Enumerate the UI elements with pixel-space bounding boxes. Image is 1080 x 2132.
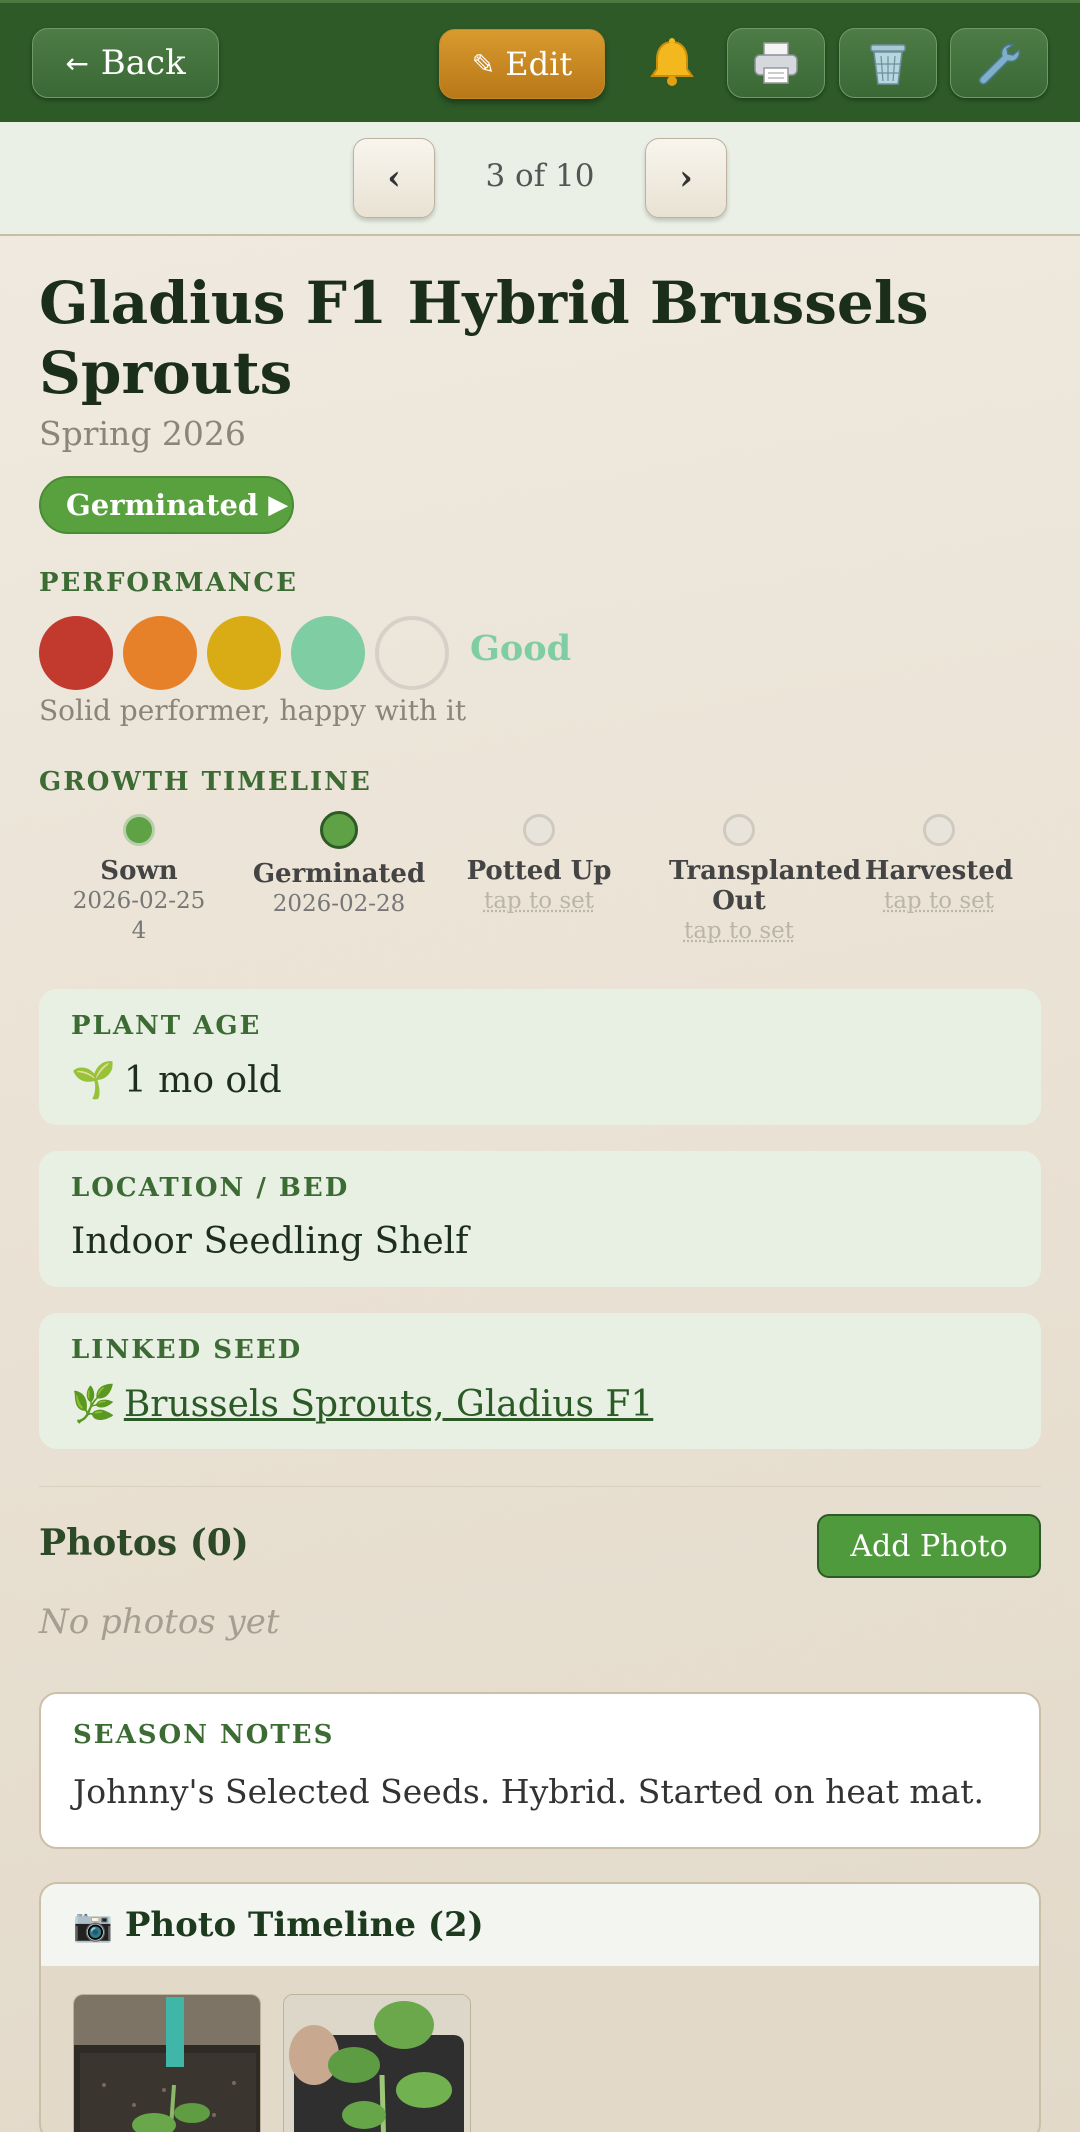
- tap-to-set-link[interactable]: tap to set: [639, 916, 839, 946]
- photo-timeline-panel: 📷 Photo Timeline (2): [39, 1882, 1041, 2132]
- delete-button[interactable]: [839, 28, 937, 98]
- empty-photos-text: No photos yet: [39, 1602, 280, 1642]
- linked-seed-card: LINKED SEED 🌿 Brussels Sprouts, Gladius F…: [39, 1313, 1041, 1449]
- stage-date: 2026-02-28: [239, 889, 439, 919]
- next-button[interactable]: ›: [645, 138, 727, 218]
- stage-harvested[interactable]: Harvested tap to set: [839, 814, 1039, 916]
- edit-label: Edit: [505, 45, 572, 83]
- wrench-icon: [975, 39, 1023, 87]
- stage-transplanted-out[interactable]: Transplanted Out tap to set: [639, 814, 839, 946]
- back-label: Back: [101, 43, 186, 83]
- stage-name: Germinated: [239, 859, 439, 889]
- rating-label: Good: [470, 628, 571, 669]
- stage-name: Transplanted Out: [639, 856, 839, 916]
- season-subtitle: Spring 2026: [39, 414, 246, 453]
- photo-thumbnail[interactable]: [283, 1994, 471, 2132]
- camera-icon: 📷: [73, 1906, 113, 1944]
- printer-icon: [753, 41, 799, 85]
- trash-icon: [867, 40, 909, 86]
- stage-dot: [320, 811, 358, 849]
- plant-age-label: PLANT AGE: [71, 1011, 261, 1041]
- stage-dot: [523, 814, 555, 846]
- plant-age-value: 1 mo old: [124, 1060, 282, 1101]
- tap-to-set-link[interactable]: tap to set: [439, 886, 639, 916]
- status-advance-button[interactable]: Germinated ▶: [39, 476, 294, 534]
- play-icon: ▶: [268, 490, 288, 520]
- location-value: Indoor Seedling Shelf: [71, 1221, 468, 1262]
- herb-icon: 🌿: [71, 1384, 116, 1425]
- add-photo-button[interactable]: Add Photo: [817, 1514, 1041, 1578]
- linked-seed-row: 🌿 Brussels Sprouts, Gladius F1: [71, 1383, 653, 1425]
- rating-dot-4[interactable]: [291, 616, 365, 690]
- photo-thumbnail[interactable]: [73, 1994, 261, 2132]
- rating-dot-3[interactable]: [207, 616, 281, 690]
- location-card: LOCATION / BED Indoor Seedling Shelf: [39, 1151, 1041, 1287]
- bell-icon[interactable]: [642, 33, 702, 93]
- stage-name: Sown: [39, 856, 239, 886]
- linked-seed-link[interactable]: Brussels Sprouts, Gladius F1: [124, 1384, 653, 1425]
- edit-button[interactable]: ✎ Edit: [439, 29, 605, 99]
- previous-button[interactable]: ‹: [353, 138, 435, 218]
- rating-dot-1[interactable]: [39, 616, 113, 690]
- rating-description: Solid performer, happy with it: [39, 694, 466, 727]
- stage-name: Potted Up: [439, 856, 639, 886]
- plant-age-row: 🌱 1 mo old: [71, 1059, 282, 1101]
- pencil-icon: ✎: [472, 48, 495, 81]
- status-label: Germinated: [66, 488, 258, 522]
- stage-potted-up[interactable]: Potted Up tap to set: [439, 814, 639, 916]
- page-title: Gladius F1 Hybrid Brussels Sprouts: [39, 268, 1039, 408]
- stage-dot: [923, 814, 955, 846]
- growth-timeline-label: GROWTH TIMELINE: [39, 767, 372, 797]
- page-counter: 3 of 10: [440, 158, 640, 194]
- seedling-icon: 🌱: [71, 1060, 116, 1101]
- photos-heading: Photos (0): [39, 1522, 249, 1564]
- season-notes-label: SEASON NOTES: [73, 1720, 334, 1750]
- rating-dot-5[interactable]: [375, 616, 449, 690]
- top-toolbar: ← Back ✎ Edit: [0, 0, 1080, 122]
- season-notes-card[interactable]: SEASON NOTES Johnny's Selected Seeds. Hy…: [39, 1692, 1041, 1849]
- print-button[interactable]: [727, 28, 825, 98]
- stage-date: 2026-02-25: [39, 886, 239, 916]
- tap-to-set-link[interactable]: tap to set: [839, 886, 1039, 916]
- season-notes-text: Johnny's Selected Seeds. Hybrid. Started…: [73, 1772, 984, 1811]
- photo-timeline-header[interactable]: 📷 Photo Timeline (2): [41, 1884, 1039, 1966]
- stage-dot: [723, 814, 755, 846]
- location-label: LOCATION / BED: [71, 1173, 349, 1203]
- divider: [39, 1486, 1041, 1487]
- stage-name: Harvested: [839, 856, 1039, 886]
- arrow-left-icon: ←: [65, 47, 88, 80]
- rating-dot-2[interactable]: [123, 616, 197, 690]
- stage-dot: [123, 814, 155, 846]
- stage-sown[interactable]: Sown 2026-02-25 4: [39, 814, 239, 946]
- record-pager: ‹ 3 of 10 ›: [0, 122, 1080, 236]
- linked-seed-label: LINKED SEED: [71, 1335, 302, 1365]
- settings-button[interactable]: [950, 28, 1048, 98]
- plant-age-card: PLANT AGE 🌱 1 mo old: [39, 989, 1041, 1125]
- photo-timeline-heading: Photo Timeline (2): [125, 1905, 484, 1945]
- stage-germinated[interactable]: Germinated 2026-02-28: [239, 814, 439, 919]
- back-button[interactable]: ← Back: [32, 28, 219, 98]
- performance-label: PERFORMANCE: [39, 568, 298, 598]
- stage-date-extra: 4: [39, 916, 239, 946]
